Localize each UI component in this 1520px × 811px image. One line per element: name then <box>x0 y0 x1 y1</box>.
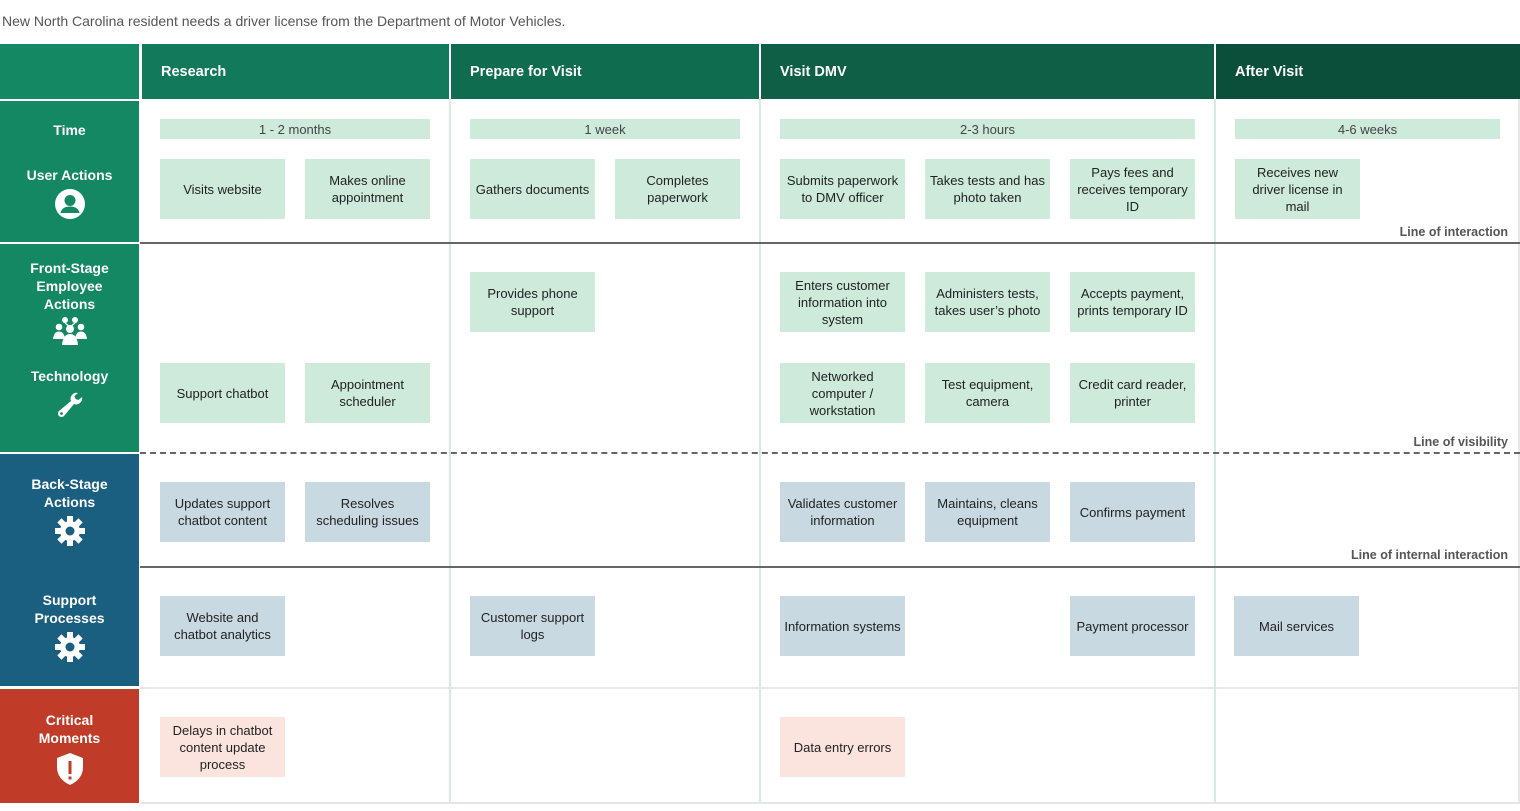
row-label-user-section: Time User Actions <box>0 101 139 242</box>
technology-card: Networked computer / workstation <box>780 363 905 423</box>
line-of-internal-interaction-label: Line of internal interaction <box>1351 548 1508 562</box>
line-of-internal-interaction <box>140 566 1520 568</box>
user-action-card: Completes paperwork <box>615 159 740 219</box>
phase-header-after-visit: After Visit <box>1216 44 1520 99</box>
phase-header-research: Research <box>142 44 449 99</box>
critical-moment-card: Delays in chatbot content update process <box>160 717 285 777</box>
user-action-card: Pays fees and receives temporary ID <box>1070 159 1195 219</box>
user-action-card: Receives new driver license in mail <box>1235 159 1360 219</box>
user-action-card: Submits paperwork to DMV officer <box>780 159 905 219</box>
back-stage-card: Validates customer information <box>780 482 905 542</box>
row-label-frontstage-section: Front-Stage Employee Actions Technology <box>0 244 139 452</box>
back-stage-card: Maintains, cleans equipment <box>925 482 1050 542</box>
back-stage-card: Updates support chatbot content <box>160 482 285 542</box>
support-label-text: Support Processes <box>34 592 105 626</box>
technology-card: Appointment scheduler <box>305 363 430 423</box>
technology-card: Test equipment, camera <box>925 363 1050 423</box>
row-label-support-processes: Support Processes <box>0 591 139 627</box>
support-process-card: Customer support logs <box>470 596 595 656</box>
line-of-visibility <box>140 452 1520 454</box>
front-stage-card: Administers tests, takes user’s photo <box>925 272 1050 332</box>
back-stage-card: Resolves scheduling issues <box>305 482 430 542</box>
row-label-time: Time <box>53 122 86 138</box>
phase-header-visit-dmv: Visit DMV <box>761 44 1214 99</box>
row-divider <box>140 687 1520 689</box>
time-bar-prepare: 1 week <box>470 119 740 139</box>
line-of-visibility-label: Line of visibility <box>1413 435 1508 449</box>
front-stage-card: Provides phone support <box>470 272 595 332</box>
row-label-technology: Technology <box>30 368 109 384</box>
technology-card: Support chatbot <box>160 363 285 423</box>
column-divider <box>449 99 451 803</box>
column-divider <box>759 99 761 803</box>
support-process-card: Payment processor <box>1070 596 1195 656</box>
front-stage-card: Enters customer information into system <box>780 272 905 332</box>
user-action-card: Makes online appointment <box>305 159 430 219</box>
support-process-card: Mail services <box>1234 596 1359 656</box>
gear-icon <box>0 631 139 663</box>
row-label-user-actions: User Actions <box>26 167 113 183</box>
user-action-card: Visits website <box>160 159 285 219</box>
row-label-back-stage: Back-Stage Actions <box>0 475 139 511</box>
gear-icon <box>0 515 139 547</box>
group-icon <box>0 316 139 346</box>
wrench-icon <box>0 391 139 419</box>
user-icon <box>0 188 139 220</box>
shield-alert-icon <box>0 752 139 786</box>
line-of-interaction <box>140 242 1520 244</box>
back-stage-label-text: Back-Stage Actions <box>31 476 108 510</box>
user-action-card: Gathers documents <box>470 159 595 219</box>
diagram-subtitle: New North Carolina resident needs a driv… <box>2 13 566 29</box>
support-process-card: Information systems <box>780 596 905 656</box>
phase-header-prepare: Prepare for Visit <box>451 44 759 99</box>
line-of-interaction-label: Line of interaction <box>1399 225 1508 239</box>
time-bar-research: 1 - 2 months <box>160 119 430 139</box>
support-process-card: Website and chatbot analytics <box>160 596 285 656</box>
back-stage-card: Confirms payment <box>1070 482 1195 542</box>
time-bar-visit-dmv: 2-3 hours <box>780 119 1195 139</box>
row-label-front-stage: Front-Stage Employee Actions <box>0 259 139 313</box>
critical-label-text: Critical Moments <box>38 712 101 746</box>
time-bar-after-visit: 4-6 weeks <box>1235 119 1500 139</box>
front-stage-label-text: Front-Stage Employee Actions <box>30 260 109 312</box>
row-label-backstage-section: Back-Stage Actions Support Processes <box>0 454 139 686</box>
column-divider <box>1214 99 1216 803</box>
technology-card: Credit card reader, printer <box>1070 363 1195 423</box>
front-stage-card: Accepts payment, prints temporary ID <box>1070 272 1195 332</box>
row-divider <box>140 802 1520 804</box>
header-corner <box>0 44 139 99</box>
user-action-card: Takes tests and has photo taken <box>925 159 1050 219</box>
row-label-critical-moments: Critical Moments <box>0 711 139 747</box>
critical-moment-card: Data entry errors <box>780 717 905 777</box>
row-label-critical-section: Critical Moments <box>0 689 139 803</box>
